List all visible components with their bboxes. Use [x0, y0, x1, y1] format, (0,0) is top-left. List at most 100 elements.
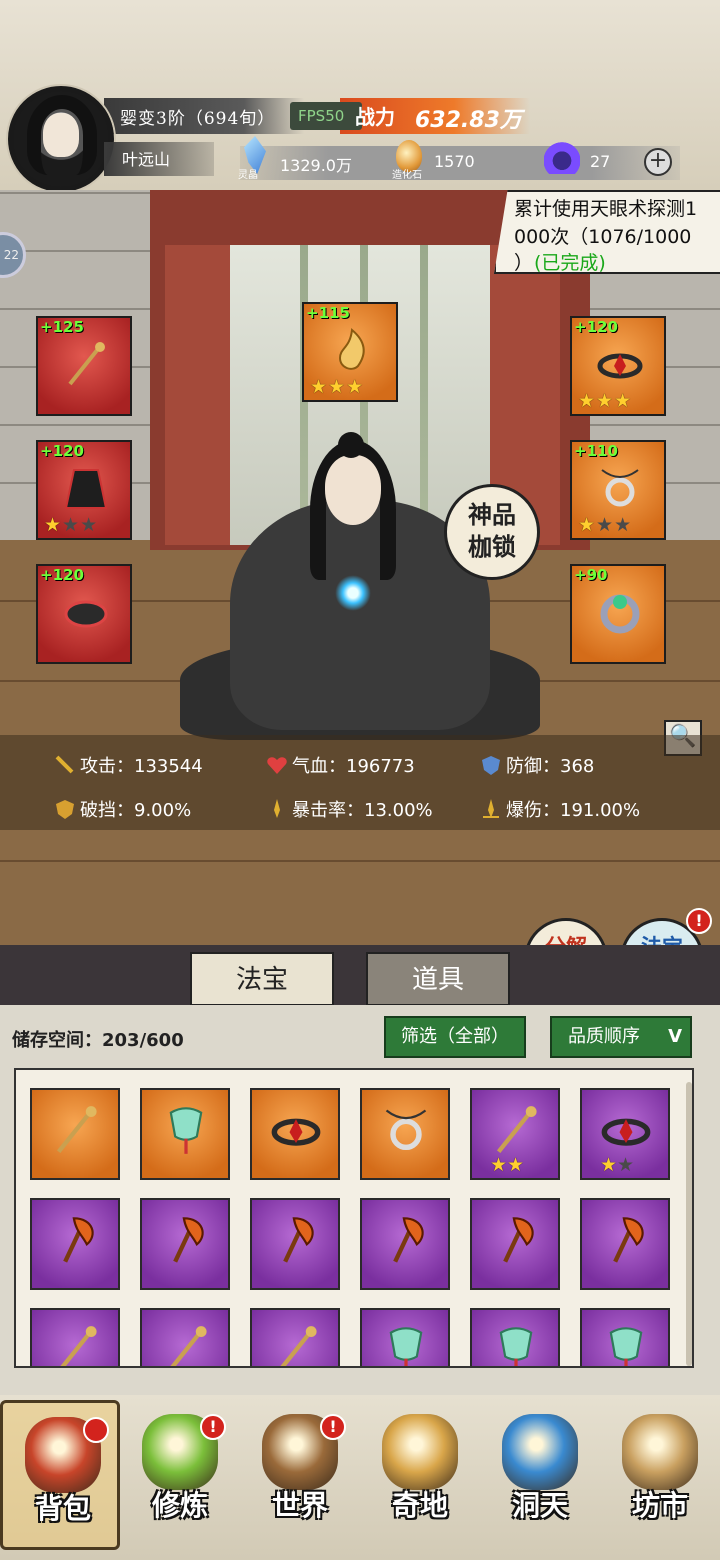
market-stall-icon — [622, 1414, 698, 1490]
equip-slot-necklace[interactable]: +110 ★★★ — [570, 440, 666, 540]
floor-board — [0, 860, 720, 862]
chevron-down-icon: V — [668, 1026, 682, 1047]
inventory-item-staff[interactable] — [250, 1308, 340, 1366]
star-rating: ★★★ — [578, 390, 633, 412]
star-rating: ★★★ — [578, 514, 633, 536]
nav-scroll-map[interactable]: 世界! — [240, 1400, 360, 1550]
nav-label: 背包 — [34, 1492, 91, 1525]
inventory-item-crown[interactable]: ★★ — [580, 1088, 670, 1180]
inventory-item-axe[interactable] — [580, 1198, 670, 1290]
inventory-item-pendant[interactable] — [360, 1088, 450, 1180]
quest-line-1: 累计使用天眼术探测1 — [514, 198, 698, 220]
equip-slot-armor[interactable]: +120 ★★★ — [36, 440, 132, 540]
creation-stone-value: 1570 — [434, 152, 475, 171]
storage-capacity: 储存空间：203/600 — [12, 1030, 184, 1051]
lock-line-1: 神品 — [468, 500, 516, 529]
staff-icon — [280, 1326, 317, 1366]
stat-penetrate-value: 破挡：9.00% — [80, 800, 192, 821]
stat-attack-value: 攻击：133544 — [80, 756, 203, 777]
star-rating: ★★ — [490, 1154, 525, 1176]
pagoda-icon — [382, 1414, 458, 1490]
inventory-item-axe[interactable] — [250, 1198, 340, 1290]
inventory-item-staff[interactable] — [30, 1308, 120, 1366]
stat-defense-value: 防御：368 — [506, 756, 595, 777]
spirit-crystal-label: 灵晶 — [238, 170, 258, 181]
spirit-orb — [335, 575, 371, 611]
inventory-item-staff[interactable] — [140, 1308, 230, 1366]
equip-slot-weapon[interactable]: +125 — [36, 316, 132, 416]
enhance-level: +115 — [306, 304, 350, 322]
inventory-item-axe[interactable] — [360, 1198, 450, 1290]
pendant-icon — [385, 1109, 427, 1151]
quest-line-2: 000次（1076/1000 — [514, 226, 692, 248]
inventory-item-jade-fan[interactable] — [580, 1308, 670, 1366]
spirit-crystal-value: 1329.0万 — [280, 156, 352, 175]
pendant-icon — [601, 469, 639, 507]
equip-slot-head[interactable]: +120 ★★★ — [570, 316, 666, 416]
nav-lotus[interactable]: 修炼! — [120, 1400, 240, 1550]
inventory-item-staff[interactable]: ★★ — [470, 1088, 560, 1180]
purple-flame-value: 27 — [590, 152, 611, 171]
equip-slot-belt[interactable]: +120 — [36, 564, 132, 664]
axe-icon — [173, 1217, 204, 1263]
nav-pagoda[interactable]: 奇地 — [360, 1400, 480, 1550]
jade-fan-icon — [609, 1327, 643, 1366]
belt-icon — [64, 600, 108, 628]
sword-icon — [55, 755, 74, 774]
creation-stone-label: 造化石 — [392, 170, 422, 181]
inventory-item-jade-fan[interactable] — [360, 1308, 450, 1366]
tab-treasure[interactable]: 法宝 — [190, 952, 334, 1006]
star-rating: ★★★ — [44, 514, 99, 536]
divine-shackle-button[interactable]: 神品 枷锁 — [444, 484, 540, 580]
shield-icon — [482, 756, 500, 775]
player-avatar[interactable] — [8, 86, 114, 192]
inventory-item-axe[interactable] — [140, 1198, 230, 1290]
nav-label: 洞天 — [511, 1489, 568, 1522]
axe-icon — [503, 1217, 534, 1263]
stat-penetrate: 破挡：9.00% — [54, 796, 191, 822]
inventory-scrollbar[interactable] — [686, 1082, 692, 1366]
stat-defense: 防御：368 — [480, 752, 594, 778]
filter-button[interactable]: 筛选（全部） — [384, 1016, 526, 1058]
inventory-item-jade-fan[interactable] — [470, 1308, 560, 1366]
star-rating: ★★★ — [310, 376, 365, 398]
inventory-item-crown[interactable] — [250, 1088, 340, 1180]
star-rating: ★★ — [600, 1154, 635, 1176]
stat-attack: 攻击：133544 — [54, 752, 203, 778]
quest-line-3-prefix: ） — [514, 252, 534, 274]
enhance-level: +120 — [40, 566, 84, 584]
nav-market-stall[interactable]: 坊市 — [600, 1400, 720, 1550]
enhance-level: +120 — [40, 442, 84, 460]
nav-bag[interactable]: 背包 — [0, 1400, 120, 1550]
bamboo-stalk — [420, 245, 428, 545]
quest-status: (已完成) — [534, 252, 606, 274]
add-resource-button[interactable]: + — [644, 148, 672, 176]
nav-label: 坊市 — [631, 1489, 688, 1522]
staff-icon — [60, 1326, 97, 1366]
inventory-item-jade-fan[interactable] — [140, 1088, 230, 1180]
nav-portal[interactable]: 洞天 — [480, 1400, 600, 1550]
sort-dropdown[interactable]: 品质顺序 V — [550, 1016, 692, 1058]
inventory-item-staff[interactable] — [30, 1088, 120, 1180]
equip-slot-treasure[interactable]: +115 ★★★ — [302, 302, 398, 402]
crown-icon — [271, 1118, 321, 1146]
broken-shield-icon — [56, 800, 74, 819]
crown-icon — [601, 1118, 651, 1146]
notification-badge: ! — [200, 1414, 226, 1440]
equip-slot-ring[interactable]: +90 — [570, 564, 666, 664]
inventory-item-axe[interactable] — [470, 1198, 560, 1290]
cultivation-rank: 婴变3阶（694旬） — [120, 109, 276, 129]
stat-crit-damage-value: 爆伤：191.00% — [506, 800, 641, 821]
jade-fan-icon — [389, 1327, 423, 1366]
tab-items[interactable]: 道具 — [366, 952, 510, 1006]
inventory-item-axe[interactable] — [30, 1198, 120, 1290]
crit-icon — [274, 799, 280, 818]
flame-treasure-icon — [338, 328, 365, 370]
power-label: 战力 — [355, 105, 395, 129]
power-value: 632.83万 — [415, 108, 522, 133]
inventory-grid: ★★ ★★ — [14, 1068, 694, 1368]
axe-icon — [613, 1217, 644, 1263]
character-hair-bun — [338, 432, 364, 458]
notification-badge: ! — [686, 908, 712, 934]
ring-icon — [600, 594, 640, 634]
